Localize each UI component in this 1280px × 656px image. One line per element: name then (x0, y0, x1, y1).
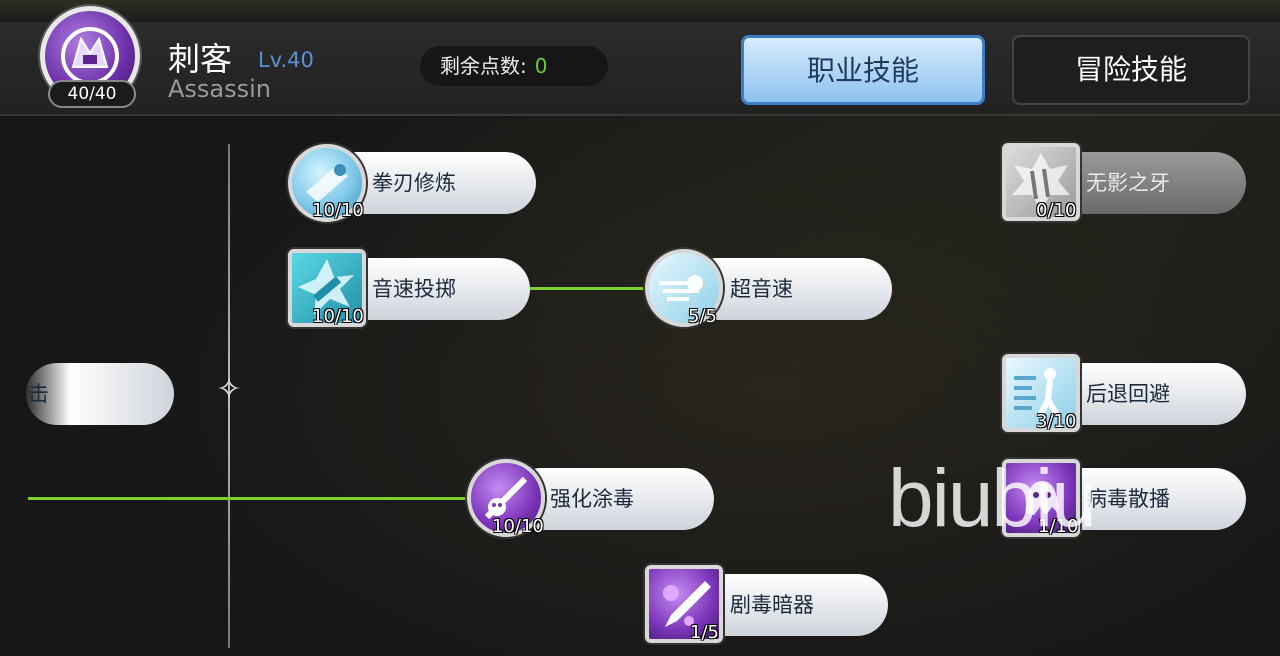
skill-link-line (28, 497, 474, 500)
skill-level: 3/10 (1036, 411, 1077, 432)
skill-name: 无影之牙 (1086, 171, 1170, 195)
tab-adventure-skills[interactable]: 冒险技能 (1012, 35, 1250, 105)
tab-job-skills[interactable]: 职业技能 (741, 35, 985, 105)
skill-name: 后退回避 (1086, 382, 1170, 406)
skill-name: 超音速 (730, 277, 793, 301)
skill-link-line (530, 287, 650, 290)
skill-level: 10/10 (492, 516, 544, 537)
class-level: Lv.40 (258, 48, 314, 72)
skill-level: 5/5 (688, 306, 717, 327)
skill-name: 拳刃修炼 (372, 171, 456, 195)
skill-level: 1/5 (690, 622, 719, 643)
skill-level: 10/10 (312, 306, 364, 327)
skill-name: 剧毒暗器 (730, 593, 814, 617)
points-label: 剩余点数: (440, 54, 527, 78)
skill-level: 10/10 (312, 200, 364, 221)
skill-name: 病毒散播 (1086, 487, 1170, 511)
skill-name: 音速投掷 (372, 277, 456, 301)
class-name-english: Assassin (168, 75, 272, 103)
skill-node-partial[interactable]: 击 (26, 363, 174, 425)
skill-name: 强化涂毒 (550, 487, 634, 511)
watermark: biubiu (888, 453, 1097, 544)
top-strip (0, 0, 1280, 22)
skill-level: 0/10 (1036, 200, 1077, 221)
class-name: 刺客 (168, 40, 233, 78)
divider-ornament-icon: ✧ (216, 372, 242, 407)
class-badge-count: 40/40 (48, 80, 136, 108)
skill-name: 击 (28, 382, 49, 406)
remaining-points: 剩余点数: 0 (420, 46, 608, 86)
skill-header: 40/40 刺客 Lv.40 Assassin 剩余点数: 0 职业技能 冒险技能 (0, 6, 1280, 116)
points-value: 0 (534, 54, 548, 78)
